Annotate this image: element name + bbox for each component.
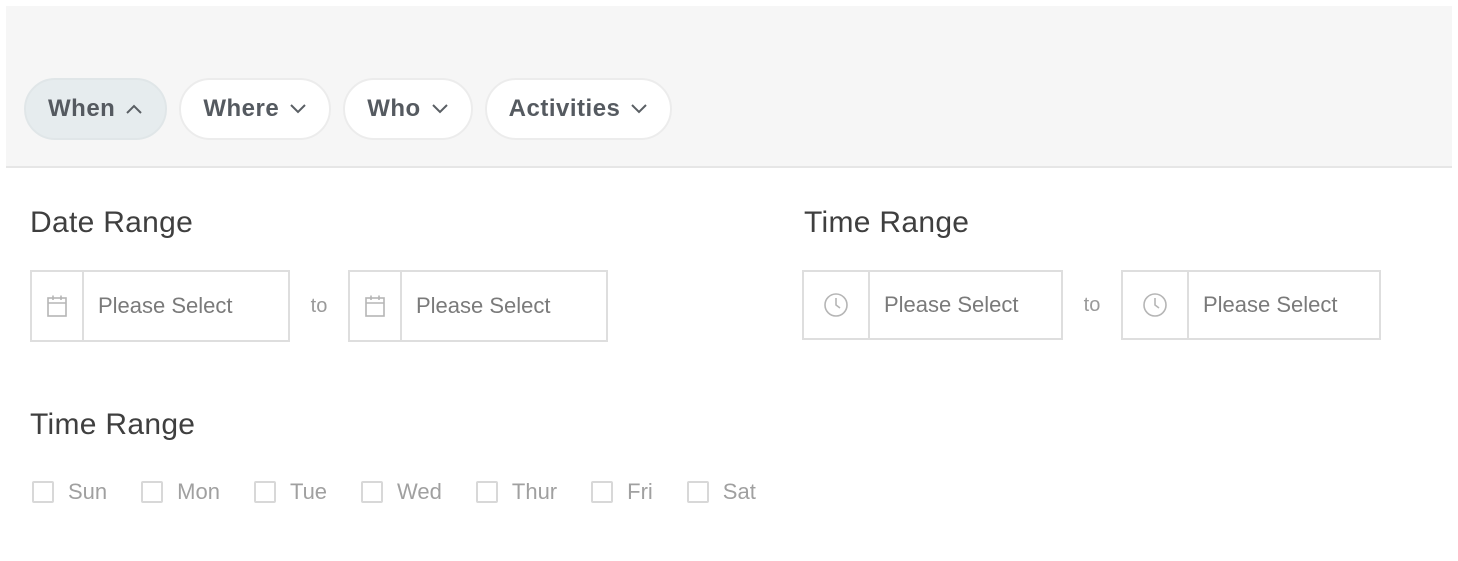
chevron-up-icon: [125, 103, 143, 115]
day-checkbox-thur[interactable]: Thur: [475, 479, 558, 505]
day-label: Sun: [68, 479, 108, 504]
tab-activities[interactable]: Activities: [484, 78, 673, 140]
checkbox[interactable]: [253, 481, 276, 503]
checkbox[interactable]: [686, 481, 709, 503]
day-label: Mon: [177, 479, 220, 504]
day-label: Thur: [511, 479, 558, 504]
calendar-icon: [350, 272, 402, 340]
day-label: Sat: [722, 479, 756, 504]
filter-bar: When Where Who Activities: [6, 6, 1452, 168]
date-start-placeholder: Please Select: [98, 293, 233, 318]
chevron-down-icon: [431, 103, 449, 115]
day-checkbox-wed[interactable]: Wed: [361, 479, 442, 505]
date-end-placeholder: Please Select: [416, 293, 551, 318]
tab-who-label: Who: [367, 95, 421, 122]
clock-icon: [1123, 272, 1189, 338]
checkbox[interactable]: [141, 481, 164, 503]
day-checkbox-mon[interactable]: Mon: [141, 479, 220, 505]
time-start-picker[interactable]: Please Select: [802, 270, 1063, 340]
time-range-title: Time Range: [804, 206, 970, 239]
date-range-separator: to: [310, 294, 328, 317]
chevron-down-icon: [630, 103, 648, 115]
filter-page: When Where Who Activities Date Range Ple…: [0, 0, 1458, 561]
time-range-row: Please Select to Please Select: [802, 270, 1381, 340]
day-label: Tue: [289, 479, 328, 504]
checkbox[interactable]: [591, 481, 614, 503]
date-range-row: Please Select to Please Select: [30, 270, 608, 342]
when-panel: Date Range Please Select to Please Selec…: [6, 170, 1452, 555]
day-checkbox-sat[interactable]: Sat: [686, 479, 756, 505]
weekdays-title: Time Range: [30, 408, 196, 441]
time-start-placeholder: Please Select: [884, 292, 1019, 317]
time-range-separator: to: [1083, 293, 1101, 316]
checkbox[interactable]: [475, 481, 498, 503]
filter-tabs: When Where Who Activities: [24, 78, 673, 140]
day-label: Wed: [397, 479, 442, 504]
clock-icon: [804, 272, 870, 338]
tab-where-label: Where: [203, 95, 280, 122]
day-checkbox-tue[interactable]: Tue: [253, 479, 328, 505]
tab-activities-label: Activities: [508, 95, 621, 122]
day-checkbox-sun[interactable]: Sun: [32, 479, 107, 505]
checkbox[interactable]: [361, 481, 384, 503]
tab-where[interactable]: Where: [179, 78, 332, 140]
day-checkbox-fri[interactable]: Fri: [591, 479, 653, 505]
date-range-title: Date Range: [30, 206, 194, 239]
time-end-picker[interactable]: Please Select: [1121, 270, 1381, 340]
chevron-down-icon: [289, 103, 307, 115]
weekday-checkboxes: Sun Mon Tue Wed Thur Fri Sat: [32, 478, 756, 506]
tab-when-label: When: [48, 95, 116, 122]
tab-who[interactable]: Who: [343, 78, 473, 140]
tab-when[interactable]: When: [24, 78, 168, 140]
date-start-picker[interactable]: Please Select: [30, 270, 290, 342]
time-end-placeholder: Please Select: [1203, 292, 1338, 317]
checkbox[interactable]: [32, 481, 54, 503]
day-label: Fri: [627, 479, 653, 504]
calendar-icon: [32, 272, 84, 340]
date-end-picker[interactable]: Please Select: [348, 270, 608, 342]
